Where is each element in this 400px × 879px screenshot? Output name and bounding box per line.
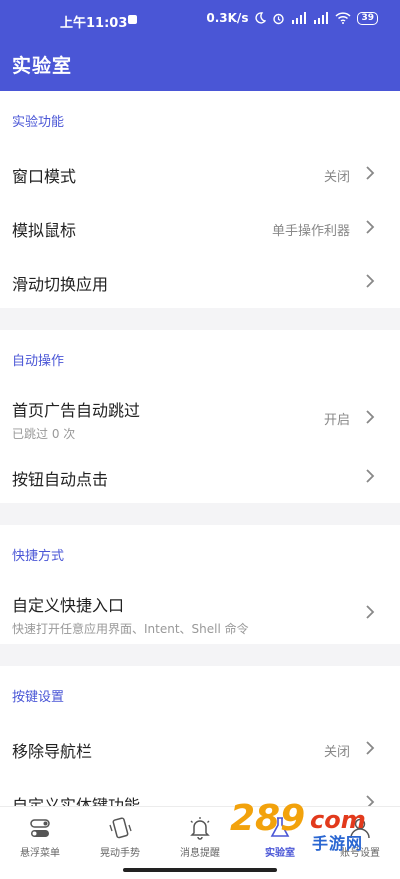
section-header: 快捷方式 bbox=[12, 549, 65, 564]
section-divider bbox=[0, 308, 400, 330]
row-value: 关闭 bbox=[323, 745, 350, 760]
section-shortcuts: 快捷方式 自定义快捷入口 快速打开任意应用界面、Intent、Shell 命令 bbox=[0, 525, 400, 644]
section-divider bbox=[0, 503, 400, 525]
row-title: 按钮自动点击 bbox=[12, 470, 109, 489]
section-header: 实验功能 bbox=[12, 115, 65, 130]
nav-label: 晃动手势 bbox=[100, 848, 140, 859]
chevron-right-icon bbox=[366, 274, 375, 288]
chevron-right-icon bbox=[366, 220, 375, 234]
row-title: 滑动切换应用 bbox=[12, 275, 109, 294]
status-bar: 上午11:03 0.3K/s 39 bbox=[0, 0, 400, 38]
section-header: 按键设置 bbox=[12, 690, 65, 705]
auto-click-row[interactable]: 按钮自动点击 bbox=[0, 449, 400, 503]
row-value: 关闭 bbox=[323, 170, 350, 185]
row-title: 窗口模式 bbox=[12, 167, 77, 186]
row-subtitle: 快速打开任意应用界面、Intent、Shell 命令 bbox=[12, 622, 249, 636]
nav-floating-menu[interactable]: 悬浮菜单 bbox=[0, 815, 80, 859]
custom-shortcut-row[interactable]: 自定义快捷入口 快速打开任意应用界面、Intent、Shell 命令 bbox=[0, 580, 400, 644]
remove-navbar-row[interactable]: 移除导航栏 关闭 bbox=[0, 721, 400, 775]
wifi-icon bbox=[335, 12, 351, 24]
row-value: 单手操作利器 bbox=[271, 224, 350, 239]
skip-ad-row[interactable]: 首页广告自动跳过 已跳过 0 次 开启 bbox=[0, 385, 400, 449]
watermark-number: 289 bbox=[230, 798, 306, 839]
home-indicator[interactable] bbox=[123, 868, 277, 872]
swipe-switch-app-row[interactable]: 滑动切换应用 bbox=[0, 254, 400, 308]
row-subtitle: 已跳过 0 次 bbox=[12, 427, 76, 441]
settings-list[interactable]: 实验功能 窗口模式 关闭 模拟鼠标 单手操作利器 滑动切换应用 自动操作 首页广… bbox=[0, 91, 400, 806]
status-time: 上午11:03 bbox=[60, 16, 128, 31]
notification-icon bbox=[128, 15, 137, 24]
row-title: 模拟鼠标 bbox=[12, 221, 77, 240]
row-title: 自定义实体键功能 bbox=[12, 796, 141, 806]
battery-icon: 39 bbox=[357, 11, 378, 25]
row-value: 开启 bbox=[323, 413, 350, 428]
section-key-settings: 按键设置 移除导航栏 关闭 自定义实体键功能 bbox=[0, 666, 400, 806]
watermark-subtitle: 手游网 bbox=[312, 834, 364, 853]
signal-icon bbox=[292, 12, 307, 24]
section-divider bbox=[0, 644, 400, 666]
toggle-icon bbox=[30, 819, 50, 837]
status-indicators: 0.3K/s 39 bbox=[206, 11, 378, 25]
chevron-right-icon bbox=[366, 741, 375, 755]
chevron-right-icon bbox=[366, 166, 375, 180]
page-title: 实验室 bbox=[12, 55, 73, 77]
moon-icon bbox=[255, 12, 267, 24]
nav-shake-gesture[interactable]: 晃动手势 bbox=[80, 815, 160, 859]
window-mode-row[interactable]: 窗口模式 关闭 bbox=[0, 146, 400, 200]
alarm-icon bbox=[273, 13, 285, 24]
section-auto-actions: 自动操作 首页广告自动跳过 已跳过 0 次 开启 按钮自动点击 bbox=[0, 330, 400, 503]
net-speed: 0.3K/s bbox=[206, 11, 249, 25]
shake-phone-icon bbox=[109, 817, 132, 839]
row-title: 移除导航栏 bbox=[12, 742, 93, 761]
chevron-right-icon bbox=[366, 605, 375, 619]
chevron-right-icon bbox=[366, 410, 375, 424]
section-lab-features: 实验功能 窗口模式 关闭 模拟鼠标 单手操作利器 滑动切换应用 bbox=[0, 91, 400, 308]
row-title: 首页广告自动跳过 bbox=[12, 401, 141, 420]
app-bar: 实验室 bbox=[0, 38, 400, 91]
watermark-logo: 289 com 手游网 bbox=[226, 798, 386, 856]
row-title: 自定义快捷入口 bbox=[12, 596, 125, 615]
nav-label: 悬浮菜单 bbox=[20, 848, 60, 859]
signal-icon bbox=[314, 12, 329, 24]
section-header: 自动操作 bbox=[12, 354, 65, 369]
chevron-right-icon bbox=[366, 469, 375, 483]
bell-icon bbox=[190, 817, 210, 840]
mouse-simulation-row[interactable]: 模拟鼠标 单手操作利器 bbox=[0, 200, 400, 254]
